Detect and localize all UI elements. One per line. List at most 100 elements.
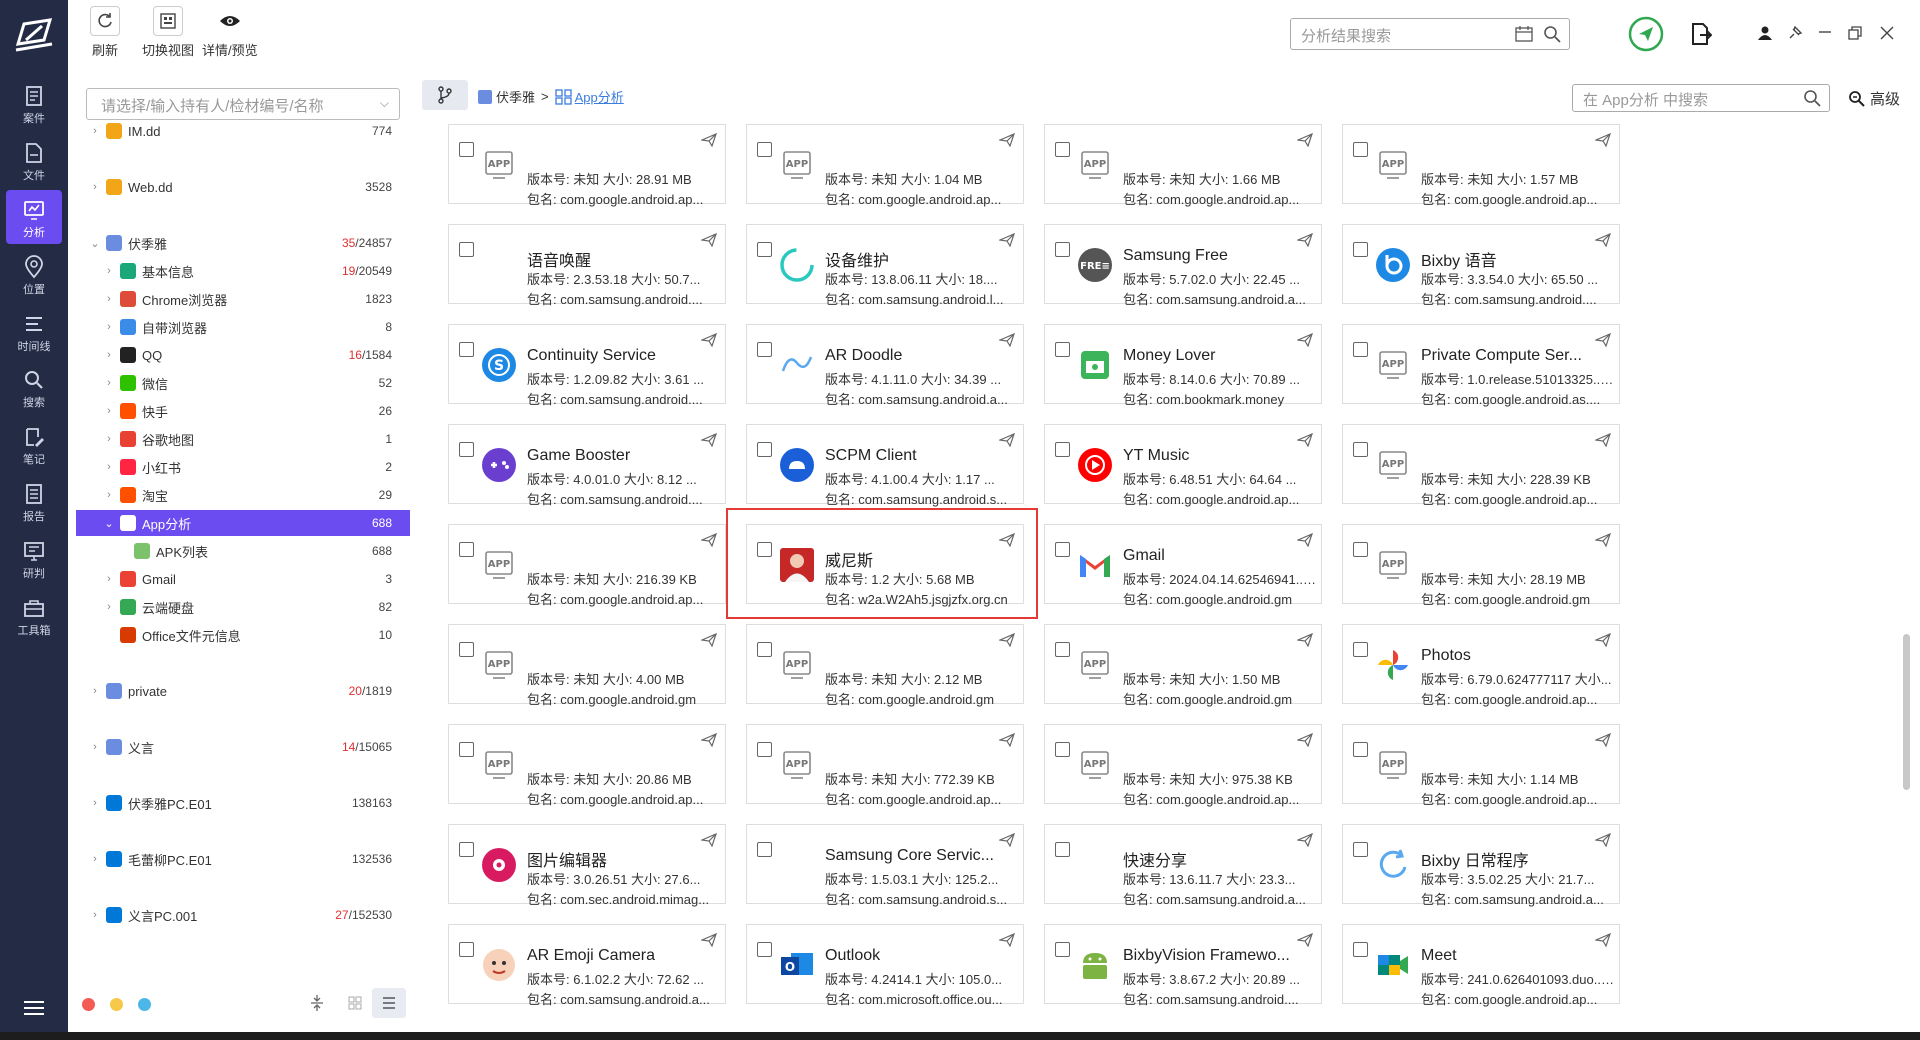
app-card[interactable]: APP 版本号: 未知 大小: 1.66 MB 包名: com.google.and… (1044, 124, 1322, 207)
advanced-search-button[interactable]: 高级 (1848, 88, 1900, 109)
tree-item[interactable]: › 毛蕾柳PC.E01 132536 (76, 846, 410, 872)
share-icon[interactable] (1295, 432, 1313, 450)
share-icon[interactable] (1295, 332, 1313, 350)
app-card[interactable]: S Continuity Service 版本号: 1.2.09.82 大小: 3.… (448, 324, 726, 407)
expand-arrow-icon[interactable]: › (102, 405, 116, 417)
menu-icon[interactable] (20, 996, 48, 1020)
select-checkbox[interactable] (757, 142, 772, 157)
tree-item[interactable]: › 基本信息 19/20549 (76, 258, 410, 284)
expand-arrow-icon[interactable]: › (88, 181, 102, 193)
expand-arrow-icon[interactable]: › (88, 125, 102, 137)
select-checkbox[interactable] (1353, 842, 1368, 857)
select-checkbox[interactable] (1353, 142, 1368, 157)
expand-arrow-icon[interactable]: › (102, 573, 116, 585)
scrollbar[interactable] (1903, 634, 1910, 790)
share-icon[interactable] (997, 732, 1015, 750)
share-icon[interactable] (1295, 532, 1313, 550)
tree-item[interactable]: › 快手 26 (76, 398, 410, 424)
select-checkbox[interactable] (459, 542, 474, 557)
expand-arrow-icon[interactable]: › (102, 489, 116, 501)
share-icon[interactable] (699, 332, 717, 350)
app-card[interactable]: APP 版本号: 未知 大小: 2.12 MB 包名: com.google.and… (746, 624, 1024, 707)
tree-item[interactable]: Office文件元信息 10 (76, 622, 410, 648)
calendar-icon[interactable] (1515, 26, 1533, 42)
tree-item[interactable]: › 义言PC.001 27/152530 (76, 902, 410, 928)
share-icon[interactable] (699, 132, 717, 150)
app-card[interactable]: YT Music 版本号: 6.48.51 大小: 64.64 ... 包名: co… (1044, 424, 1322, 507)
yellow-dot-icon[interactable] (110, 998, 123, 1011)
expand-arrow-icon[interactable]: ⌄ (88, 237, 102, 250)
nav-item-notes[interactable]: 笔记 (6, 417, 62, 471)
case-select[interactable]: 请选择/输入持有人/检材编号/名称 ⌵ (86, 88, 400, 120)
app-card[interactable]: Bixby 日常程序 版本号: 3.5.02.25 大小: 21.7... 包名: … (1342, 824, 1620, 907)
nav-item-analysis[interactable]: 分析 (6, 190, 62, 244)
app-card[interactable]: APP 版本号: 未知 大小: 28.91 MB 包名: com.google.an… (448, 124, 726, 207)
app-card[interactable]: APP 版本号: 未知 大小: 20.86 MB 包名: com.google.an… (448, 724, 726, 807)
app-card[interactable]: Gmail 版本号: 2024.04.14.62546941... 大小... 包名… (1044, 524, 1322, 607)
app-card[interactable]: APP 版本号: 未知 大小: 1.04 MB 包名: com.google.and… (746, 124, 1024, 207)
grid-view-icon[interactable] (348, 996, 362, 1010)
share-icon[interactable] (699, 732, 717, 750)
nav-item-toolbox[interactable]: 工具箱 (6, 588, 62, 642)
expand-arrow-icon[interactable]: › (102, 461, 116, 473)
tree-item[interactable]: ⌄ App分析 688 (76, 510, 410, 536)
restore-icon[interactable] (1848, 26, 1862, 40)
app-card[interactable]: AR Doodle 版本号: 4.1.11.0 大小: 34.39 ... 包名: … (746, 324, 1024, 407)
select-checkbox[interactable] (459, 942, 474, 957)
nav-item-timeline[interactable]: 时间线 (6, 304, 62, 358)
select-checkbox[interactable] (1055, 942, 1070, 957)
tree-item[interactable]: › Gmail 3 (76, 566, 410, 592)
select-checkbox[interactable] (757, 642, 772, 657)
share-icon[interactable] (699, 432, 717, 450)
app-card[interactable]: O Outlook 版本号: 4.2414.1 大小: 105.0... 包名: co… (746, 924, 1024, 1007)
collapse-icon[interactable] (310, 994, 324, 1012)
share-icon[interactable] (1295, 232, 1313, 250)
export-icon[interactable] (1690, 22, 1712, 46)
app-card[interactable]: APP 版本号: 未知 大小: 1.14 MB 包名: com.google.and… (1342, 724, 1620, 807)
tree-item[interactable]: › 云端硬盘 82 (76, 594, 410, 620)
select-checkbox[interactable] (459, 142, 474, 157)
select-checkbox[interactable] (459, 842, 474, 857)
share-icon[interactable] (1593, 332, 1611, 350)
refresh-button[interactable]: 刷新 (90, 6, 120, 59)
share-icon[interactable] (997, 332, 1015, 350)
nav-item-location[interactable]: 位置 (6, 247, 62, 301)
expand-arrow-icon[interactable]: › (102, 377, 116, 389)
select-checkbox[interactable] (1353, 742, 1368, 757)
share-icon[interactable] (1593, 832, 1611, 850)
tree-item[interactable]: › private 20/1819 (76, 678, 410, 704)
tree-item[interactable]: › QQ 16/1584 (76, 342, 410, 368)
app-card[interactable]: 图片编辑器 版本号: 3.0.26.51 大小: 27.6... 包名: com.s… (448, 824, 726, 907)
share-icon[interactable] (699, 532, 717, 550)
share-icon[interactable] (699, 932, 717, 950)
select-checkbox[interactable] (1353, 342, 1368, 357)
share-icon[interactable] (1295, 832, 1313, 850)
select-checkbox[interactable] (1055, 542, 1070, 557)
breadcrumb-current[interactable]: App分析 (575, 87, 624, 106)
tree-item[interactable]: › IM.dd 774 (76, 118, 410, 144)
app-card[interactable]: APP 版本号: 未知 大小: 4.00 MB 包名: com.google.and… (448, 624, 726, 707)
select-checkbox[interactable] (459, 742, 474, 757)
content-search-input[interactable]: 在 App分析 中搜索 (1572, 84, 1830, 112)
expand-arrow-icon[interactable]: ⌄ (102, 517, 116, 530)
expand-arrow-icon[interactable]: › (88, 853, 102, 865)
app-card[interactable]: SCPM Client 版本号: 4.1.00.4 大小: 1.17 ... 包名:… (746, 424, 1024, 507)
share-icon[interactable] (1593, 932, 1611, 950)
select-checkbox[interactable] (1353, 442, 1368, 457)
app-card[interactable]: Bixby 语音 版本号: 3.3.54.0 大小: 65.50 ... 包名: c… (1342, 224, 1620, 307)
expand-arrow-icon[interactable]: › (88, 909, 102, 921)
select-checkbox[interactable] (1055, 842, 1070, 857)
expand-arrow-icon[interactable]: › (102, 349, 116, 361)
share-icon[interactable] (1593, 732, 1611, 750)
app-card[interactable]: FRE≡ Samsung Free 版本号: 5.7.02.0 大小: 22.45 … (1044, 224, 1322, 307)
minimize-icon[interactable] (1818, 30, 1832, 34)
nav-item-file[interactable]: 文件 (6, 133, 62, 187)
share-icon[interactable] (1593, 532, 1611, 550)
tree-item[interactable]: APK列表 688 (76, 538, 410, 564)
select-checkbox[interactable] (459, 642, 474, 657)
app-card[interactable]: 快速分享 版本号: 13.6.11.7 大小: 23.3... 包名: com.sa… (1044, 824, 1322, 907)
share-icon[interactable] (1593, 232, 1611, 250)
share-icon[interactable] (1295, 732, 1313, 750)
tree-item[interactable]: › 微信 52 (76, 370, 410, 396)
app-card[interactable]: APP Private Compute Ser... 版本号: 1.0.releas… (1342, 324, 1620, 407)
